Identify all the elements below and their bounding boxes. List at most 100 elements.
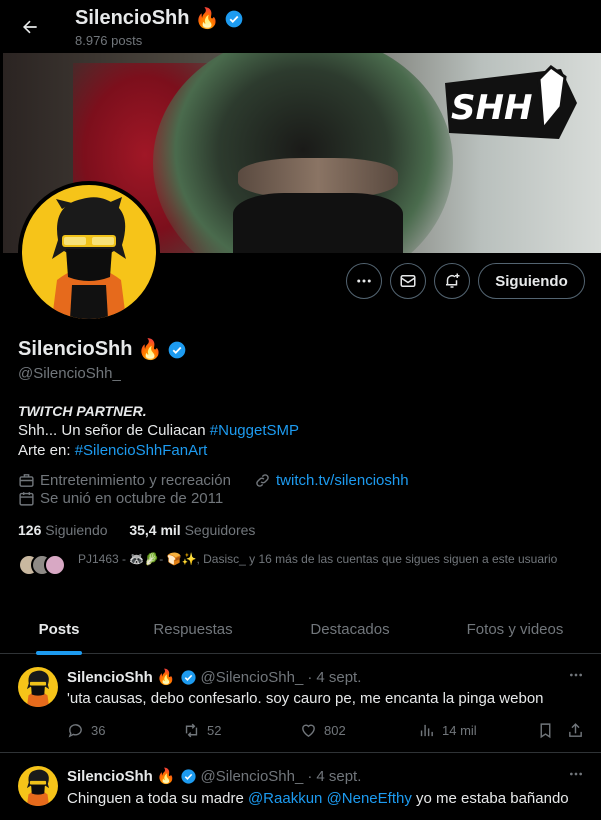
more-options-button[interactable] [346, 263, 382, 299]
notifications-button[interactable] [434, 263, 470, 299]
envelope-icon [400, 275, 416, 287]
tweet-item[interactable]: SilencioShh 🔥 @SilencioShh_ · 4 sept. Ch… [0, 754, 601, 820]
tab-media[interactable]: Fotos y videos [440, 604, 590, 654]
heart-icon [302, 724, 315, 738]
mention-link[interactable]: @Raakkun [248, 790, 322, 807]
banner-face [238, 158, 398, 198]
header-name: SilencioShh [75, 7, 190, 29]
following-count: 126 [18, 522, 42, 538]
bookmark-button[interactable] [537, 722, 554, 739]
like-button[interactable]: 802 [300, 722, 346, 739]
bio-line-1: TWITCH PARTNER. [18, 403, 147, 419]
profile-category: Entretenimiento y recreación [18, 472, 231, 489]
tweet-header: SilencioShh 🔥 @SilencioShh_ · 4 sept. [67, 767, 361, 786]
link-text[interactable]: twitch.tv/silencioshh [276, 472, 409, 489]
tab-highlights[interactable]: Destacados [275, 604, 425, 654]
tweet-avatar[interactable] [18, 766, 58, 806]
bio-line-3: Arte en: #SilencioShhFanArt [18, 441, 299, 461]
profile-bio: TWITCH PARTNER. Shh... Un señor de Culia… [18, 401, 299, 461]
tweet-author-name[interactable]: SilencioShh [67, 768, 153, 785]
tweet-text-before: Chinguen a toda su madre [67, 790, 248, 807]
tweet-author-name[interactable]: SilencioShh [67, 669, 153, 686]
bookmark-icon [540, 723, 551, 739]
fire-emoji: 🔥 [156, 669, 176, 686]
tweet-text: Chinguen a toda su madre @Raakkun @NeneE… [67, 790, 569, 807]
verified-badge-icon [180, 669, 196, 685]
calendar-icon [19, 492, 34, 506]
mutual-text: PJ1463 - 🦝🥬- 🍞✨, Dasisc_ y 16 más de las… [78, 552, 558, 566]
shh-logo: SHH [445, 65, 577, 139]
share-icon [569, 723, 582, 737]
profile-stats: 126 Siguiendo 35,4 mil Seguidores [18, 522, 255, 538]
share-button[interactable] [567, 722, 584, 739]
hashtag-link[interactable]: #SilencioShhFanArt [75, 442, 208, 459]
fire-emoji: 🔥 [194, 8, 220, 30]
mutual-followers[interactable]: PJ1463 - 🦝🥬- 🍞✨, Dasisc_ y 16 más de las… [18, 551, 578, 576]
verified-badge-icon [226, 10, 243, 27]
avatar-illustration [26, 769, 50, 806]
like-count: 802 [324, 723, 346, 738]
avatar-illustration [26, 670, 50, 707]
bio-line-2: Shh... Un señor de Culiacan #NuggetSMP [18, 421, 299, 441]
hashtag-link[interactable]: #NuggetSMP [210, 422, 299, 439]
views-button[interactable]: 14 mil [418, 722, 477, 739]
bar-chart-icon [420, 724, 433, 737]
profile-page: SilencioShh 🔥 8.976 posts SHH Siguiendo … [0, 0, 601, 820]
reply-icon [68, 724, 82, 738]
profile-name: SilencioShh 🔥 [18, 337, 187, 362]
arrow-left-icon [23, 20, 37, 34]
more-dots-icon [570, 772, 582, 776]
tweet-separator: · [307, 668, 313, 686]
profile-handle: @SilencioShh_ [18, 365, 121, 382]
more-dots-icon [357, 279, 371, 283]
tweet-more-button[interactable] [568, 766, 584, 787]
followers-label: Seguidores [184, 522, 256, 538]
category-text: Entretenimiento y recreación [40, 472, 231, 489]
message-button[interactable] [390, 263, 426, 299]
reply-count: 36 [91, 723, 106, 738]
joined-text: Se unió en octubre de 2011 [40, 490, 224, 507]
briefcase-icon [19, 474, 34, 487]
followers-stat[interactable]: 35,4 mil Seguidores [129, 522, 255, 538]
retweet-button[interactable]: 52 [183, 722, 221, 739]
retweet-count: 52 [207, 723, 222, 738]
mention-link[interactable]: @NeneEfthy [327, 790, 412, 807]
fire-emoji: 🔥 [156, 768, 176, 785]
header-title: SilencioShh 🔥 [75, 6, 244, 31]
tweet-item[interactable]: SilencioShh 🔥 @SilencioShh_ · 4 sept. 'u… [0, 655, 601, 753]
tab-replies[interactable]: Respuestas [118, 604, 268, 654]
tweet-date[interactable]: 4 sept. [316, 669, 361, 686]
tweet-handle[interactable]: @SilencioShh_ [201, 669, 304, 686]
tweet-handle[interactable]: @SilencioShh_ [201, 768, 304, 785]
followers-count: 35,4 mil [129, 522, 181, 538]
post-count: 8.976 posts [75, 33, 143, 48]
profile-link[interactable]: twitch.tv/silencioshh [254, 472, 409, 489]
mutual-avatars [18, 554, 66, 576]
view-count: 14 mil [442, 723, 477, 738]
top-bar: SilencioShh 🔥 8.976 posts [0, 0, 601, 53]
following-button[interactable]: Siguiendo [478, 263, 585, 299]
tweet-date[interactable]: 4 sept. [316, 768, 361, 785]
profile-joined: Se unió en octubre de 2011 [18, 490, 223, 507]
profile-name-text: SilencioShh [18, 338, 133, 360]
following-stat[interactable]: 126 Siguiendo [18, 522, 108, 538]
following-label: Siguiendo [45, 522, 108, 538]
tweet-actions: 36 52 802 14 mil [67, 722, 587, 742]
shh-logo-text: SHH [451, 88, 532, 128]
fire-emoji: 🔥 [137, 339, 163, 361]
tab-posts[interactable]: Posts [0, 604, 118, 654]
profile-avatar[interactable] [18, 181, 160, 323]
back-button[interactable] [14, 11, 46, 43]
avatar-illustration [52, 197, 126, 319]
profile-tabs: Posts Respuestas Destacados Fotos y vide… [0, 604, 601, 655]
verified-badge-icon [180, 768, 196, 784]
tweet-more-button[interactable] [568, 667, 584, 688]
reply-button[interactable]: 36 [67, 722, 105, 739]
verified-badge-icon [169, 341, 186, 358]
tweet-header: SilencioShh 🔥 @SilencioShh_ · 4 sept. [67, 668, 361, 687]
tweet-separator: · [307, 767, 313, 785]
more-dots-icon [570, 673, 582, 677]
tweet-text-after: yo me estaba bañando [411, 790, 569, 807]
link-icon [256, 474, 269, 487]
tweet-avatar[interactable] [18, 667, 58, 707]
